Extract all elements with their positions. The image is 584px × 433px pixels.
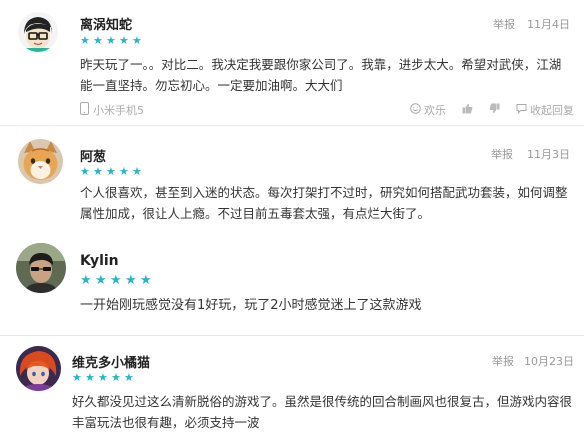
- device-name: 小米手机5: [93, 104, 144, 117]
- review-item: 离涡知蛇 ★ ★ ★ ★ ★ 举报 11月4日 昨天玩了一。。对比二。我决定我要…: [0, 0, 584, 125]
- star-icon: ★: [111, 371, 121, 384]
- thumbs-up-icon: [462, 103, 473, 117]
- star-icon: ★: [106, 34, 116, 47]
- review-date: 10月23日: [524, 355, 574, 368]
- review-text: 昨天玩了一。。对比二。我决定我要跟你家公司了。我靠，进步太大。希望对武侠，江湖能…: [80, 57, 562, 93]
- thumbs-up-button[interactable]: [462, 103, 473, 117]
- star-icon: ★: [72, 371, 82, 384]
- thumbs-down-button[interactable]: [489, 103, 500, 117]
- star-icon: ★: [132, 34, 142, 47]
- report-link[interactable]: 举报: [491, 146, 513, 162]
- star-icon: ★: [110, 273, 122, 288]
- reviewer-name: Kylin: [80, 253, 119, 269]
- star-icon: ★: [125, 273, 137, 288]
- phone-icon: [80, 102, 89, 118]
- review-item: 阿葱 ★ ★ ★ ★ ★ 举报 11月3日 个人很喜欢，甚至到入迷的状态。每次打…: [0, 126, 584, 231]
- star-icon: ★: [119, 165, 129, 178]
- report-link[interactable]: 举报: [493, 16, 515, 32]
- review-item: Kylin ★ ★ ★ ★ ★ 一开始刚玩感觉没有1好玩，玩了2小时感觉迷上了这…: [0, 232, 584, 335]
- reviewer-name: 阿葱: [80, 150, 107, 165]
- star-icon: ★: [80, 165, 90, 178]
- review-item: 维克多小橘猫 ★ ★ ★ ★ ★ 举报 10月23日 好久都没见过这么清新脱俗的…: [0, 336, 584, 431]
- review-date: 11月4日: [527, 18, 570, 31]
- star-icon: ★: [106, 165, 116, 178]
- star-icon: ★: [119, 34, 129, 47]
- star-icon: ★: [93, 34, 103, 47]
- avatar[interactable]: [18, 12, 58, 52]
- review-text: 好久都没见过这么清新脱俗的游戏了。虽然是很传统的回合制画风也很复古，但游戏内容很…: [72, 394, 573, 430]
- comment-icon: [516, 103, 527, 117]
- avatar[interactable]: [16, 243, 66, 293]
- star-icon: ★: [132, 165, 142, 178]
- like-label: 欢乐: [424, 104, 446, 117]
- review-text: 个人很喜欢，甚至到入迷的状态。每次打架打不过时，研究如何搭配武功套装，如何调整属…: [80, 185, 568, 221]
- star-icon: ★: [140, 273, 152, 288]
- rating-stars: ★ ★ ★ ★ ★: [80, 274, 153, 287]
- star-icon: ★: [80, 273, 92, 288]
- avatar[interactable]: [18, 139, 63, 184]
- rating-stars: ★ ★ ★ ★ ★: [80, 35, 143, 46]
- thumbs-down-icon: [489, 103, 500, 117]
- reviewer-name: 离涡知蛇: [80, 18, 133, 33]
- review-actions: 欢乐 收起回复: [410, 102, 574, 118]
- like-button[interactable]: 欢乐: [410, 102, 446, 118]
- smile-icon: [410, 103, 421, 117]
- star-icon: ★: [85, 371, 95, 384]
- star-icon: ★: [124, 371, 134, 384]
- star-icon: ★: [93, 165, 103, 178]
- collapse-label: 收起回复: [530, 104, 574, 117]
- rating-stars: ★ ★ ★ ★ ★: [72, 372, 135, 383]
- review-text: 一开始刚玩感觉没有1好玩，玩了2小时感觉迷上了这款游戏: [80, 298, 422, 313]
- reviewer-name: 维克多小橘猫: [72, 356, 151, 371]
- collapse-replies-button[interactable]: 收起回复: [516, 102, 574, 118]
- report-link[interactable]: 举报: [492, 353, 514, 369]
- avatar[interactable]: [16, 346, 61, 391]
- star-icon: ★: [80, 34, 90, 47]
- star-icon: ★: [98, 371, 108, 384]
- review-date: 11月3日: [527, 148, 570, 161]
- device-info: 小米手机5: [80, 102, 144, 118]
- rating-stars: ★ ★ ★ ★ ★: [80, 166, 143, 177]
- star-icon: ★: [95, 273, 107, 288]
